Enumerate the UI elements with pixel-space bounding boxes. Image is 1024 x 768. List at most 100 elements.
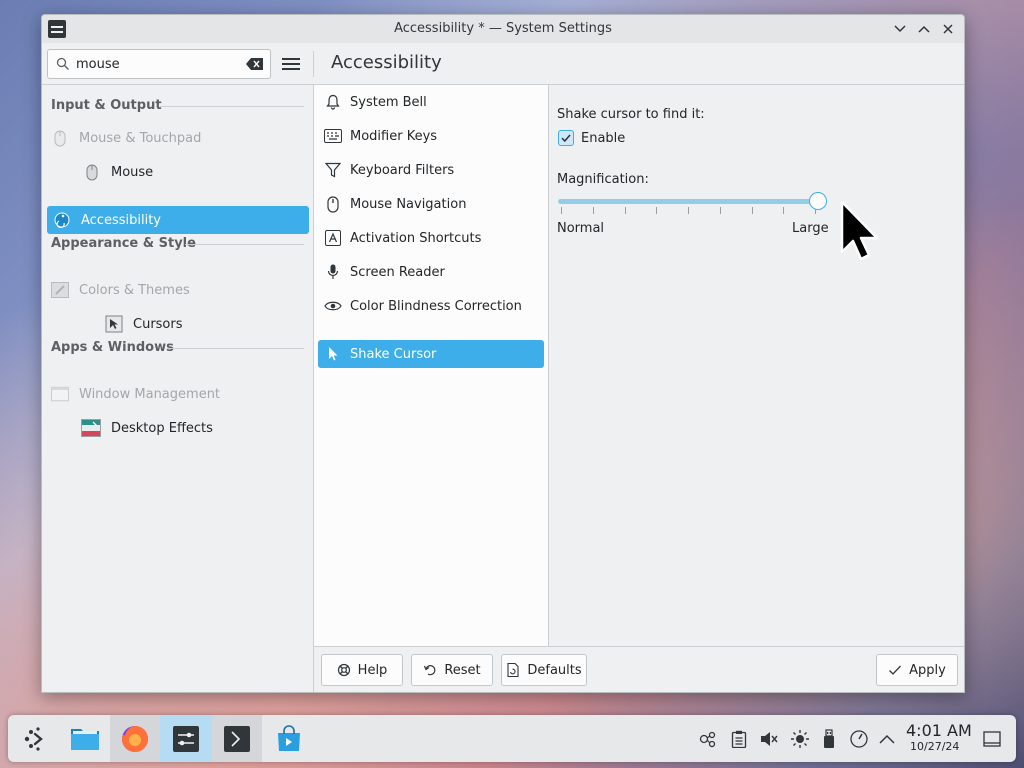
clock-date[interactable]: 10/27/24 <box>910 740 959 753</box>
undo-icon <box>423 663 437 677</box>
taskbar: 4:01 AM 10/27/24 <box>8 715 1016 762</box>
module-item-shake-cursor[interactable]: Shake Cursor <box>318 340 544 368</box>
sidebar-item-cursors[interactable]: Cursors <box>105 310 309 338</box>
microphone-icon <box>324 263 342 281</box>
accessibility-icon <box>53 211 71 229</box>
category-apps-windows: Apps & Windows <box>51 340 174 355</box>
taskbar-file-manager[interactable] <box>60 715 110 762</box>
help-button[interactable]: Help <box>321 654 403 686</box>
hamburger-icon <box>282 58 300 60</box>
desktop-effects-icon <box>81 419 101 437</box>
magnification-slider-handle[interactable] <box>809 192 827 210</box>
sidebar-item-label: Mouse <box>111 164 154 180</box>
module-item-label: Color Blindness Correction <box>350 298 522 314</box>
eye-icon <box>324 297 342 315</box>
module-item-mouse-navigation[interactable]: Mouse Navigation <box>318 190 544 218</box>
checkmark-icon <box>888 663 902 677</box>
close-button[interactable] <box>938 19 958 39</box>
maximize-button[interactable] <box>914 19 934 39</box>
sidebar-item-mouse-touchpad[interactable]: Mouse & Touchpad <box>51 124 309 152</box>
tray-brightness-icon[interactable] <box>790 729 810 749</box>
apply-button[interactable]: Apply <box>876 654 958 686</box>
module-item-activation-shortcuts[interactable]: Activation Shortcuts <box>318 224 544 252</box>
enable-label[interactable]: Enable <box>581 131 625 146</box>
module-item-modifier-keys[interactable]: Modifier Keys <box>318 122 544 150</box>
help-icon <box>337 663 351 677</box>
help-button-label: Help <box>357 662 388 678</box>
show-desktop-icon[interactable] <box>982 729 1002 749</box>
reset-button[interactable]: Reset <box>411 654 493 686</box>
sidebar-item-desktop-effects[interactable]: Desktop Effects <box>81 414 309 442</box>
slider-tick <box>751 207 753 214</box>
sidebar-item-label: Accessibility <box>81 212 161 228</box>
toolbar-separator <box>313 51 314 77</box>
title-bar[interactable]: Accessibility * — System Settings <box>42 15 964 43</box>
mouse-icon <box>51 129 69 147</box>
magnification-label: Magnification: <box>557 172 649 187</box>
search-input[interactable]: mouse <box>47 49 271 79</box>
sidebar-item-label: Cursors <box>133 316 183 332</box>
sidebar-item-colors-themes[interactable]: Colors & Themes <box>51 276 309 304</box>
module-item-screen-reader[interactable]: Screen Reader <box>318 258 544 286</box>
clock-time[interactable]: 4:01 AM <box>906 721 972 740</box>
window-management-icon <box>51 385 69 403</box>
category-appearance-style: Appearance & Style <box>51 236 196 251</box>
slider-tick <box>592 207 594 214</box>
hamburger-icon-line <box>282 63 300 65</box>
taskbar-terminal[interactable] <box>212 715 262 762</box>
category-divider <box>160 106 304 107</box>
sidebar-item-accessibility[interactable]: Accessibility <box>47 206 309 234</box>
terminal-icon <box>224 725 250 752</box>
clear-text-icon[interactable] <box>246 57 264 71</box>
sidebar-item-window-management[interactable]: Window Management <box>51 380 309 408</box>
launcher-icon <box>24 726 43 751</box>
filter-icon <box>324 161 342 179</box>
module-item-label: System Bell <box>350 94 427 110</box>
shake-cursor-settings-panel: Shake cursor to find it: Enable Magnific… <box>549 85 964 646</box>
application-launcher-button[interactable] <box>10 715 60 762</box>
firefox-icon <box>122 725 148 752</box>
category-divider <box>185 244 304 245</box>
search-input-value: mouse <box>76 57 120 72</box>
minimize-button[interactable] <box>890 19 910 39</box>
module-item-system-bell[interactable]: System Bell <box>318 88 544 116</box>
sidebar-item-mouse[interactable]: Mouse <box>83 158 309 186</box>
module-item-color-blindness-correction[interactable]: Color Blindness Correction <box>318 292 544 320</box>
sidebar: Input & Output Mouse & Touchpad Mouse Ac… <box>42 85 313 692</box>
tray-volume-muted-icon[interactable] <box>759 729 779 749</box>
slider-max-label: Large <box>792 221 829 236</box>
taskbar-firefox[interactable] <box>110 715 160 762</box>
enable-checkbox[interactable] <box>558 130 574 146</box>
sidebar-item-label: Window Management <box>79 386 221 402</box>
sidebar-item-label: Colors & Themes <box>79 282 190 298</box>
keyboard-icon <box>324 127 342 145</box>
tray-usb-device-icon[interactable] <box>819 729 839 749</box>
mouse-icon <box>83 163 101 181</box>
module-item-label: Screen Reader <box>350 264 445 280</box>
sidebar-item-label: Mouse & Touchpad <box>79 130 202 146</box>
taskbar-system-settings[interactable] <box>160 715 212 762</box>
sidebar-item-label: Desktop Effects <box>111 420 213 436</box>
store-bag-icon <box>278 724 300 751</box>
document-icon <box>506 663 520 677</box>
tray-clipboard-icon[interactable] <box>729 729 749 749</box>
module-item-label: Mouse Navigation <box>350 196 467 212</box>
search-icon <box>56 57 69 70</box>
tray-power-profile-icon[interactable] <box>849 729 869 749</box>
defaults-button[interactable]: Defaults <box>501 654 587 686</box>
footer-bar: Help Reset Defaults Apply <box>314 647 964 692</box>
system-settings-icon <box>173 725 199 752</box>
taskbar-discover[interactable] <box>264 715 314 762</box>
module-item-label: Keyboard Filters <box>350 162 455 178</box>
shake-cursor-label: Shake cursor to find it: <box>557 107 705 122</box>
window-title: Accessibility * — System Settings <box>394 21 612 36</box>
magnification-slider-track[interactable] <box>558 199 818 204</box>
system-settings-window: Accessibility * — System Settings mouse … <box>41 14 965 693</box>
hamburger-menu-button[interactable] <box>282 55 300 73</box>
module-item-keyboard-filters[interactable]: Keyboard Filters <box>318 156 544 184</box>
reset-button-label: Reset <box>444 662 481 678</box>
tray-network-icon[interactable] <box>698 729 718 749</box>
page-title: Accessibility <box>331 52 442 73</box>
tray-expand-icon[interactable] <box>877 729 897 749</box>
slider-tick <box>688 207 689 214</box>
